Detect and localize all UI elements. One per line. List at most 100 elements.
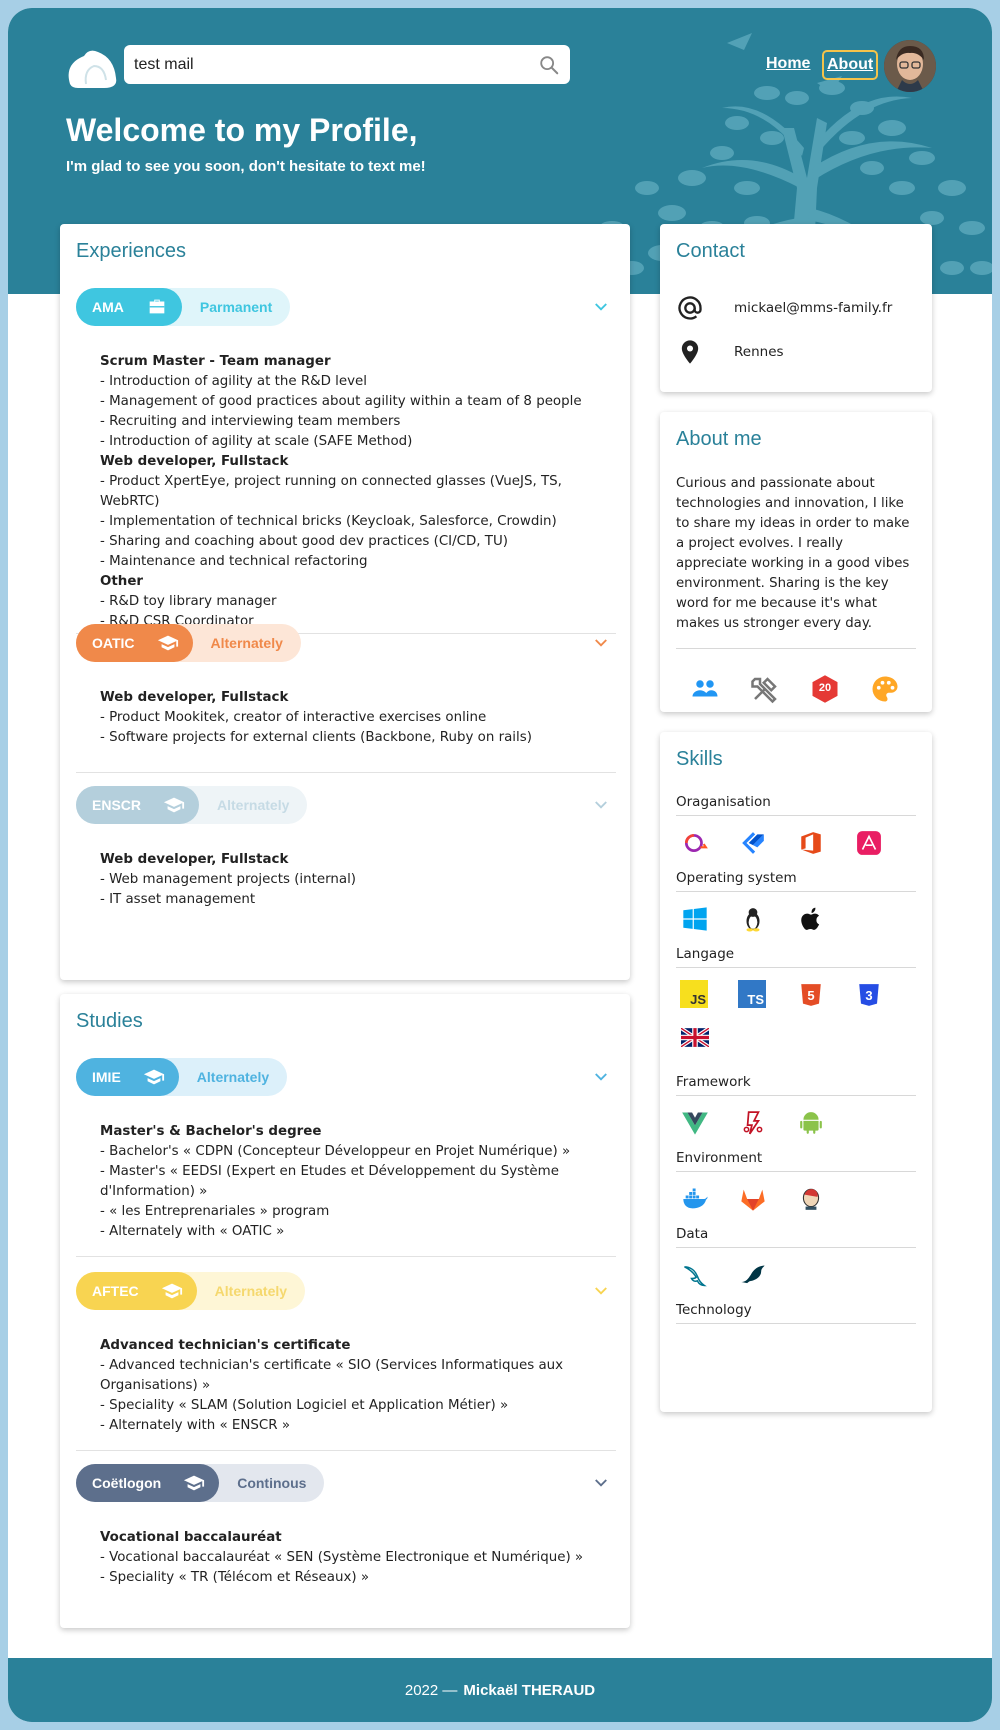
gitlab-icon[interactable] bbox=[738, 1184, 768, 1214]
chevron-down-icon[interactable] bbox=[592, 1282, 610, 1300]
at-sign-icon bbox=[678, 296, 702, 320]
mysql-icon[interactable] bbox=[680, 1260, 710, 1290]
graduation-cap-icon bbox=[143, 1069, 164, 1085]
chip-label: AFTEC bbox=[92, 1283, 139, 1299]
detail-line: - Implementation of technical bricks (Ke… bbox=[100, 514, 557, 529]
experience-chip[interactable]: AMA Parmanent bbox=[76, 288, 291, 326]
experiences-title: Experiences bbox=[76, 240, 187, 262]
html5-icon[interactable]: 5 bbox=[796, 980, 826, 1010]
detail-heading: Other bbox=[100, 574, 144, 589]
tools-icon[interactable] bbox=[750, 674, 780, 704]
detail-line: - « les Entreprenariales » program bbox=[100, 1204, 330, 1219]
affinity-icon[interactable] bbox=[854, 828, 884, 858]
contact-email[interactable]: mickael@mms-family.fr bbox=[734, 300, 892, 316]
skill-category-environment: Environment bbox=[676, 1150, 916, 1172]
experience-item-enscr: ENSCR Alternately Web developer, Fullsta… bbox=[76, 786, 616, 936]
chevron-down-icon[interactable] bbox=[592, 796, 610, 814]
detail-line: - Recruiting and interviewing team membe… bbox=[100, 414, 401, 429]
apple-icon[interactable] bbox=[796, 904, 826, 934]
divider bbox=[76, 772, 616, 773]
contact-email-row[interactable]: mickael@mms-family.fr bbox=[676, 294, 892, 322]
jenkins-icon[interactable] bbox=[796, 1184, 826, 1214]
study-details: Advanced technician's certificate - Advan… bbox=[100, 1336, 600, 1436]
detail-line: - Advanced technician's certificate « SI… bbox=[100, 1358, 564, 1393]
detail-heading: Scrum Master - Team manager bbox=[100, 354, 331, 369]
office-icon[interactable] bbox=[796, 828, 826, 858]
typescript-icon-label: TS bbox=[747, 992, 764, 1007]
detail-line: - Speciality « SLAM (Solution Logiciel e… bbox=[100, 1398, 509, 1413]
people-icon[interactable] bbox=[690, 674, 720, 704]
skills-card: Skills Oraganisation Operating system La… bbox=[660, 732, 932, 1412]
docker-icon[interactable] bbox=[680, 1184, 710, 1214]
study-details: Vocational baccalauréat - Vocational bacc… bbox=[100, 1528, 600, 1588]
html5-icon-label: 5 bbox=[807, 987, 815, 1003]
detail-line: - Alternately with « ENSCR » bbox=[100, 1418, 291, 1433]
jest-icon[interactable] bbox=[738, 1108, 768, 1138]
footer: 2022 — Mickaël THERAUD bbox=[8, 1658, 992, 1722]
nav-home-link[interactable]: Home bbox=[766, 55, 810, 73]
experience-details: Web developer, Fullstack - Web management… bbox=[100, 850, 600, 910]
avatar[interactable] bbox=[884, 40, 936, 92]
graduation-cap-icon bbox=[163, 797, 185, 813]
experience-item-oatic: OATIC Alternately Web developer, Fullsta… bbox=[76, 624, 616, 774]
detail-heading: Advanced technician's certificate bbox=[100, 1338, 351, 1353]
android-icon[interactable] bbox=[796, 1108, 826, 1138]
css3-icon[interactable]: 3 bbox=[854, 980, 884, 1010]
detail-line: - Speciality « TR (Télécom et Réseaux) » bbox=[100, 1570, 370, 1585]
experience-details: Web developer, Fullstack - Product Mookit… bbox=[100, 688, 600, 748]
chip-label: Coëtlogon bbox=[92, 1475, 162, 1491]
divider bbox=[676, 648, 916, 649]
experience-chip[interactable]: ENSCR Alternately bbox=[76, 786, 308, 824]
skill-category-language: Langage bbox=[676, 946, 916, 968]
study-details: Master's & Bachelor's degree - Bachelor's… bbox=[100, 1122, 600, 1242]
search-input[interactable] bbox=[134, 55, 538, 74]
detail-line: - Introduction of agility at the R&D lev… bbox=[100, 374, 367, 389]
study-chip[interactable]: AFTEC Alternately bbox=[76, 1272, 306, 1310]
vue-icon[interactable] bbox=[680, 1108, 710, 1138]
studies-title: Studies bbox=[76, 1010, 143, 1032]
detail-heading: Master's & Bachelor's degree bbox=[100, 1124, 322, 1139]
search-icon[interactable] bbox=[538, 54, 560, 76]
nav-about-link[interactable]: About bbox=[822, 50, 879, 80]
detail-line: - IT asset management bbox=[100, 892, 256, 907]
typescript-icon[interactable]: TS bbox=[738, 980, 766, 1008]
divider bbox=[76, 1450, 616, 1451]
study-chip[interactable]: Coëtlogon Continous bbox=[76, 1464, 325, 1502]
footer-year: 2022 — bbox=[404, 1681, 458, 1699]
study-chip[interactable]: IMIE Alternately bbox=[76, 1058, 288, 1096]
chip-type: Continous bbox=[237, 1475, 307, 1491]
search-bar bbox=[124, 45, 570, 84]
graduation-cap-icon bbox=[184, 1475, 205, 1491]
loop-icon[interactable] bbox=[680, 828, 710, 858]
palette-icon[interactable] bbox=[870, 674, 900, 704]
uk-flag-icon[interactable] bbox=[680, 1022, 710, 1052]
skill-category-data: Data bbox=[676, 1226, 916, 1248]
experience-chip[interactable]: OATIC Alternately bbox=[76, 624, 301, 662]
chip-label: ENSCR bbox=[92, 797, 142, 813]
detail-heading: Web developer, Fullstack bbox=[100, 852, 289, 867]
linux-icon[interactable] bbox=[738, 904, 768, 934]
detail-heading: Web developer, Fullstack bbox=[100, 454, 289, 469]
logo-icon[interactable] bbox=[64, 44, 120, 94]
detail-line: - Sharing and coaching about good dev pr… bbox=[100, 534, 509, 549]
mariadb-icon[interactable] bbox=[738, 1260, 768, 1290]
dice-label: 20 bbox=[818, 682, 832, 694]
jira-icon[interactable] bbox=[738, 828, 768, 858]
chevron-down-icon[interactable] bbox=[592, 634, 610, 652]
chip-label: AMA bbox=[92, 299, 124, 315]
graduation-cap-icon bbox=[161, 1283, 182, 1299]
chip-type: Alternately bbox=[217, 797, 290, 813]
detail-line: - Bachelor's « CDPN (Concepteur Développ… bbox=[100, 1144, 571, 1159]
skill-category-framework: Framework bbox=[676, 1074, 916, 1096]
chevron-down-icon[interactable] bbox=[592, 1068, 610, 1086]
about-text: Curious and passionate about technologie… bbox=[676, 476, 910, 631]
javascript-icon[interactable]: JS bbox=[680, 980, 708, 1008]
chip-type: Alternately bbox=[210, 635, 283, 651]
page-title: Welcome to my Profile, bbox=[66, 112, 418, 148]
study-item-coetlogon: Coëtlogon Continous Vocational baccalaur… bbox=[76, 1464, 616, 1614]
detail-line: - Software projects for external clients… bbox=[100, 730, 532, 745]
chevron-down-icon[interactable] bbox=[592, 1474, 610, 1492]
windows-icon[interactable] bbox=[680, 904, 710, 934]
chevron-down-icon[interactable] bbox=[592, 298, 610, 316]
d20-dice-icon[interactable]: 20 bbox=[810, 674, 840, 704]
